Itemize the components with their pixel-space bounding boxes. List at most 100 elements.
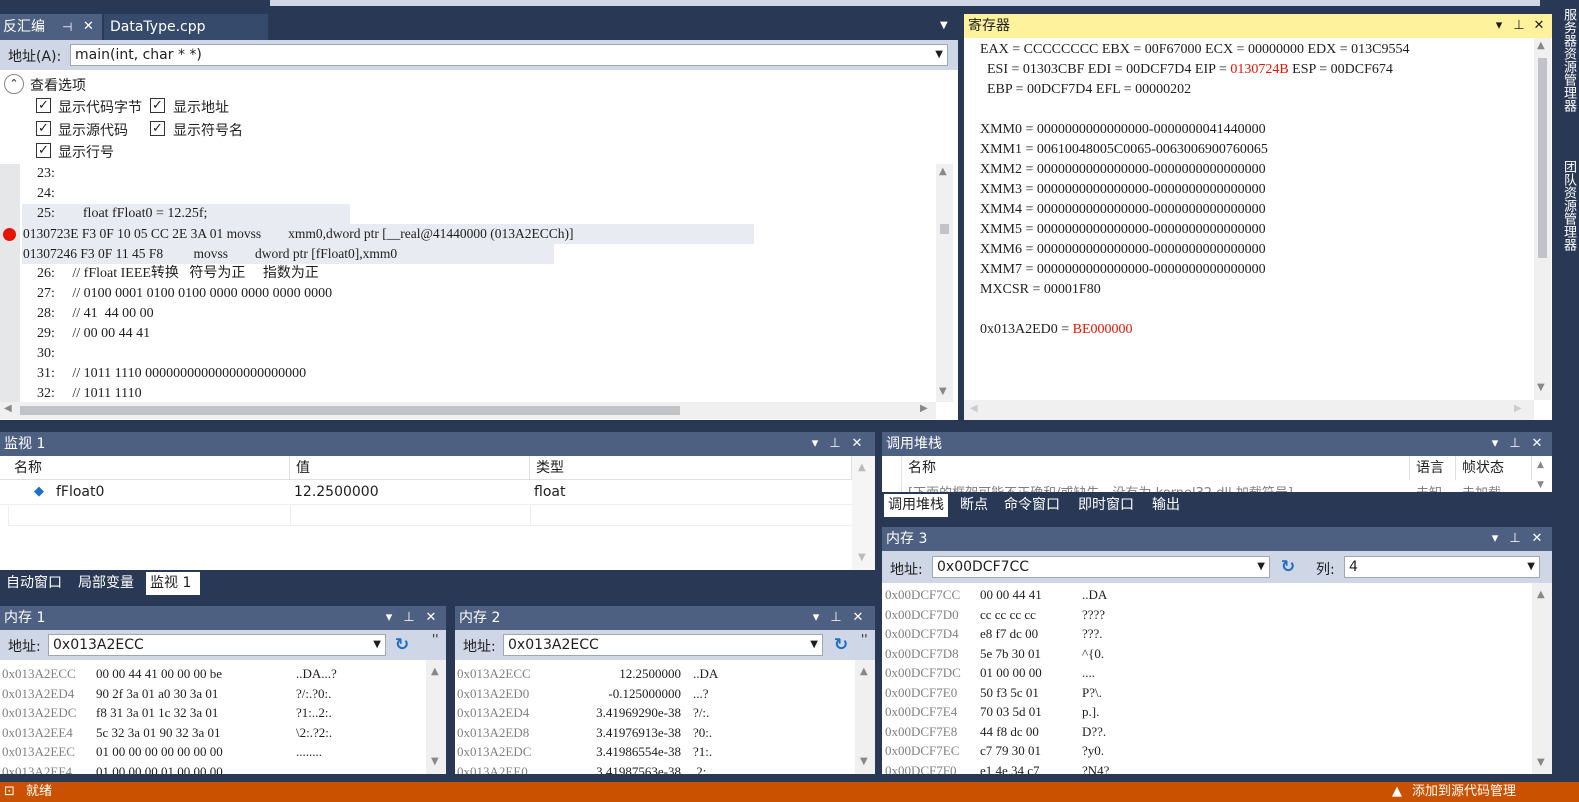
close-icon[interactable]: ✕ [422, 606, 440, 630]
view-options-toggle[interactable]: ⌃ [4, 74, 24, 94]
col-name-header[interactable]: 名称 [902, 456, 1410, 480]
mem-bytes[interactable]: e8 f7 dc 00 [980, 624, 1038, 644]
tab-disasm[interactable]: 反汇编 ⊣ ✕ [0, 14, 102, 40]
scroll-up-icon[interactable]: ▲ [860, 666, 868, 677]
scroll-up-icon[interactable]: ▲ [858, 462, 866, 473]
mem-float[interactable]: 3.41976913e-38 [555, 723, 681, 743]
scroll-up-icon[interactable]: ▲ [431, 666, 439, 677]
mem-bytes[interactable]: 90 2f 3a 01 a0 30 3a 01 [96, 684, 218, 704]
mem2-vscroll[interactable]: ▲ ▼ [855, 660, 875, 774]
tab-immediate-window[interactable]: 即时窗口 [1074, 494, 1138, 517]
registers-titlebar[interactable]: 寄存器 ▾ ⊥ ✕ [964, 14, 1552, 38]
address-combo[interactable]: main(int, char * *) ▼ [70, 44, 948, 66]
mem-float[interactable]: 3.41986554e-38 [555, 742, 681, 762]
pin-icon[interactable]: ⊥ [1506, 527, 1524, 551]
mem1-titlebar[interactable]: 内存 1 ▾ ⊥ ✕ [0, 606, 446, 630]
registers-vscroll[interactable]: ▲ ▼ [1534, 38, 1551, 400]
close-icon[interactable]: ✕ [1528, 527, 1546, 551]
mem-bytes[interactable]: 50 f3 5c 01 [980, 683, 1039, 703]
mem-bytes[interactable]: cc cc cc cc [980, 605, 1036, 625]
checkbox-show-symbols[interactable]: ✓ [150, 121, 165, 136]
tab-autos[interactable]: 自动窗口 [2, 572, 66, 595]
close-icon[interactable]: ✕ [1528, 432, 1546, 456]
scroll-right-icon[interactable]: ▶ [1514, 403, 1522, 414]
server-explorer-tab[interactable]: 服务器资源管理器 [1557, 8, 1579, 148]
mem1-vscroll[interactable]: ▲ ▼ [426, 660, 446, 774]
mem-bytes[interactable]: c7 79 30 01 [980, 741, 1041, 761]
checkbox-show-code-bytes[interactable]: ✓ [36, 98, 51, 113]
tab-overflow-dropdown-icon[interactable]: ▼ [940, 20, 948, 31]
breakpoint-margin[interactable] [0, 164, 20, 404]
close-icon[interactable]: ✕ [849, 606, 867, 630]
mem-bytes[interactable]: 5c 32 3a 01 90 32 3a 01 [96, 723, 221, 743]
refresh-icon[interactable]: ↻ [831, 635, 851, 655]
mem-bytes[interactable]: 44 f8 dc 00 [980, 722, 1039, 742]
mem-float[interactable]: 3.41987563e-38 [555, 762, 681, 775]
scroll-down-icon[interactable]: ▼ [1537, 480, 1544, 490]
columns-icon[interactable]: '' [861, 632, 868, 646]
tab-breakpoints[interactable]: 断点 [956, 494, 992, 517]
tab-callstack[interactable]: 调用堆栈 [884, 494, 948, 517]
mem-bytes[interactable]: e1 4e 34 c7 [980, 761, 1040, 775]
scroll-down-icon[interactable]: ▼ [860, 756, 868, 767]
disasm-hscroll[interactable]: ◀ ▶ [0, 402, 936, 419]
mem-float[interactable]: 12.2500000 [555, 664, 681, 684]
tab-locals[interactable]: 局部变量 [74, 572, 138, 595]
mem2-address-combo[interactable]: 0x013A2ECC ▼ [503, 634, 823, 656]
mem-bytes[interactable]: 01 00 00 00 01 00 00 00 [96, 762, 223, 775]
window-menu-icon[interactable]: ▾ [1486, 432, 1504, 456]
mem-bytes[interactable]: 5e 7b 30 01 [980, 644, 1041, 664]
scroll-thumb[interactable] [1538, 58, 1547, 258]
window-menu-icon[interactable]: ▾ [806, 432, 824, 456]
mem3-vscroll[interactable]: ▲ ▼ [1532, 583, 1552, 774]
tab-output[interactable]: 输出 [1148, 494, 1184, 517]
mem-bytes[interactable]: 01 00 00 00 00 00 00 00 [96, 742, 223, 762]
window-menu-icon[interactable]: ▾ [807, 606, 825, 630]
tab-command-window[interactable]: 命令窗口 [1000, 494, 1064, 517]
refresh-icon[interactable]: ↻ [1278, 557, 1298, 577]
mem-bytes[interactable]: 01 00 00 00 [980, 663, 1042, 683]
col-language-header[interactable]: 语言 [1410, 456, 1456, 480]
callstack-row-partial[interactable]: [下面的框架可能不正确和/或缺失，没有为 kernel32.dll 加载符号] [908, 482, 1408, 492]
scroll-left-icon[interactable]: ◀ [970, 403, 978, 414]
pin-icon[interactable]: ⊥ [1506, 432, 1524, 456]
close-icon[interactable]: ✕ [1530, 14, 1548, 38]
refresh-icon[interactable]: ↻ [392, 635, 412, 655]
scroll-right-icon[interactable]: ▶ [920, 403, 928, 414]
pin-icon[interactable]: ⊣ [62, 14, 72, 40]
mem-bytes[interactable]: f8 31 3a 01 1c 32 3a 01 [96, 703, 218, 723]
mem-float[interactable]: 3.41969290e-38 [555, 703, 681, 723]
scroll-down-icon[interactable]: ▼ [1537, 382, 1545, 393]
scroll-down-icon[interactable]: ▼ [939, 386, 947, 397]
col-frame-status-header[interactable]: 帧状态 [1456, 456, 1532, 480]
mem2-titlebar[interactable]: 内存 2 ▾ ⊥ ✕ [455, 606, 875, 630]
checkbox-show-address[interactable]: ✓ [150, 98, 165, 113]
window-menu-icon[interactable]: ▾ [1490, 14, 1508, 38]
mem3-address-combo[interactable]: 0x00DCF7CC ▼ [932, 556, 1270, 578]
mem-bytes[interactable]: 00 00 44 41 00 00 00 be [96, 664, 222, 684]
scroll-down-icon[interactable]: ▼ [858, 552, 866, 563]
col-name-header[interactable]: 名称 [8, 456, 290, 480]
mem-float[interactable]: -0.125000000 [555, 684, 681, 704]
tab-watch1[interactable]: 监视 1 [146, 572, 200, 595]
checkbox-show-line-numbers[interactable]: ✓ [36, 143, 51, 158]
window-menu-icon[interactable]: ▾ [380, 606, 398, 630]
close-icon[interactable]: ✕ [848, 432, 866, 456]
scroll-up-icon[interactable]: ▲ [1537, 460, 1544, 470]
tab-datatype-cpp[interactable]: DataType.cpp [104, 14, 268, 40]
pin-icon[interactable]: ⊥ [1510, 14, 1528, 38]
scroll-thumb[interactable] [20, 406, 680, 415]
scroll-down-icon[interactable]: ▼ [1537, 757, 1545, 768]
window-menu-icon[interactable]: ▾ [1486, 527, 1504, 551]
col-value-header[interactable]: 值 [290, 456, 530, 480]
mem1-address-combo[interactable]: 0x013A2ECC ▼ [48, 634, 386, 656]
disasm-vscroll[interactable]: ▲ ▼ [936, 164, 953, 402]
watch-titlebar[interactable]: 监视 1 ▾ ⊥ ✕ [0, 432, 875, 456]
registers-hscroll[interactable]: ◀ ▶ [964, 400, 1534, 420]
scroll-up-icon[interactable]: ▲ [939, 166, 947, 177]
pin-icon[interactable]: ⊥ [400, 606, 418, 630]
scroll-up-icon[interactable]: ▲ [1537, 589, 1545, 600]
add-to-source-control[interactable]: 添加到源代码管理 [1412, 782, 1516, 802]
mem-bytes[interactable]: 70 03 5d 01 [980, 702, 1042, 722]
mem3-titlebar[interactable]: 内存 3 ▾ ⊥ ✕ [882, 527, 1552, 551]
